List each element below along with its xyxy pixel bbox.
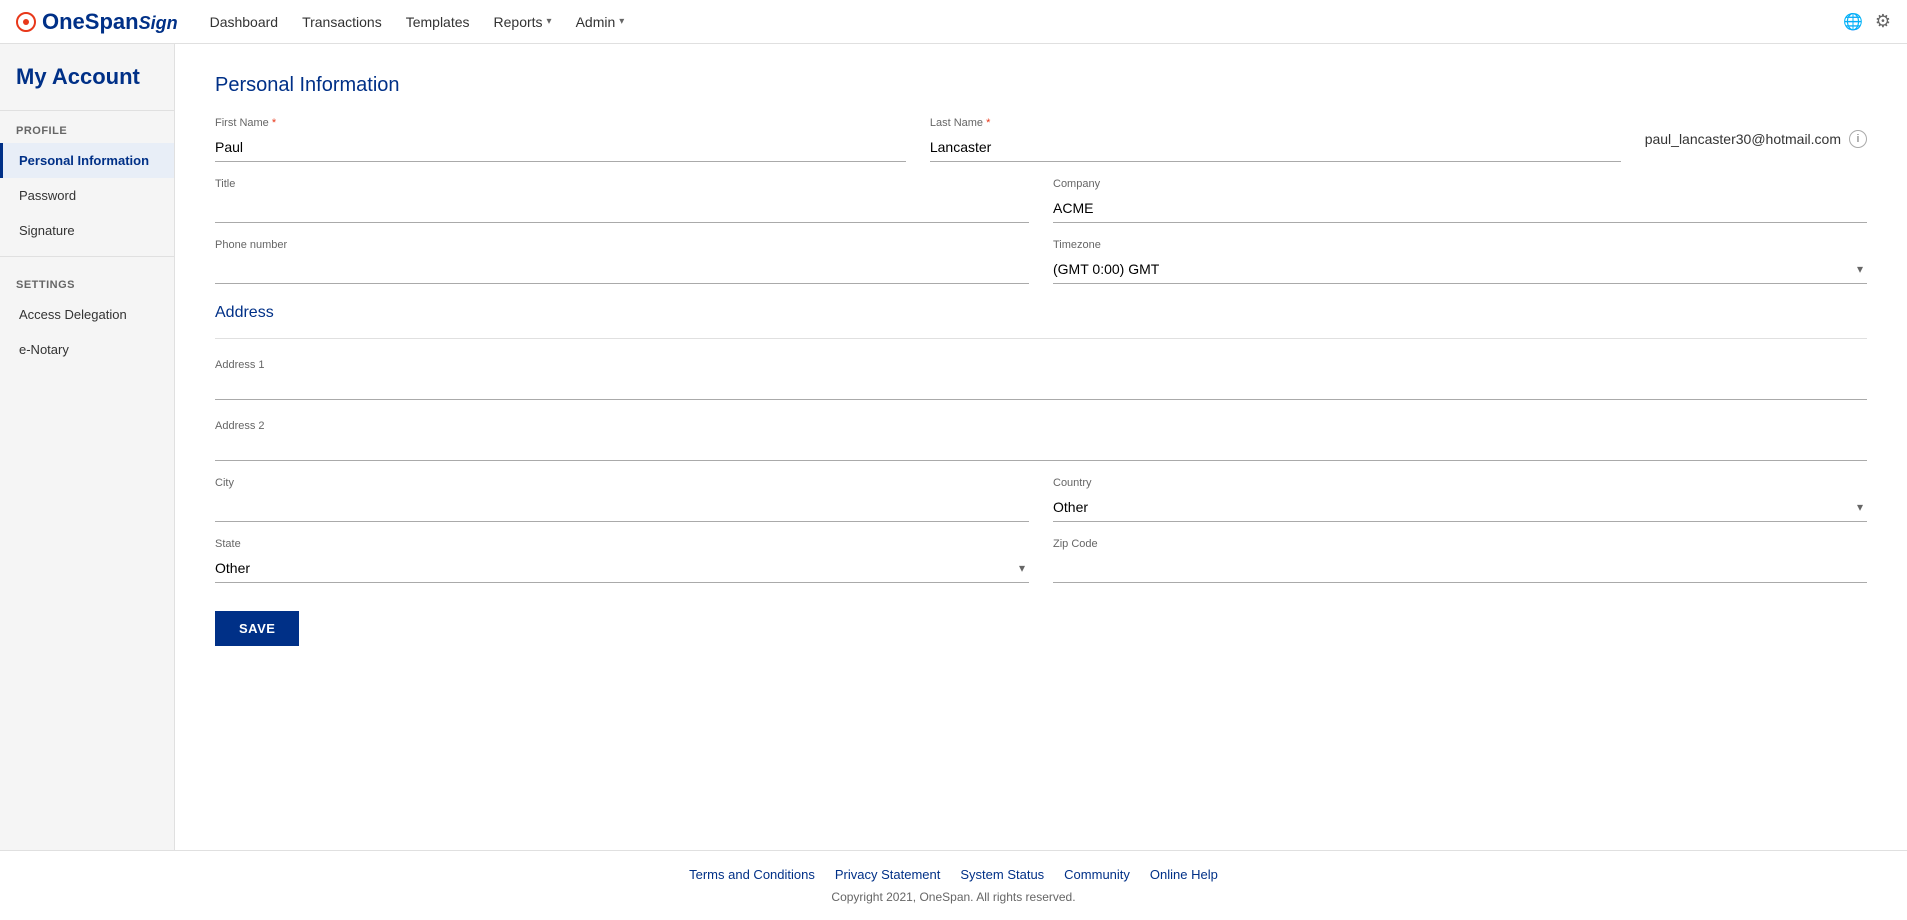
phone-field: Phone number xyxy=(215,239,1029,284)
address1-label: Address 1 xyxy=(215,359,265,371)
page-title: Personal Information xyxy=(215,74,1867,97)
sidebar-item-access-delegation[interactable]: Access Delegation xyxy=(0,297,174,332)
nav-transactions[interactable]: Transactions xyxy=(302,14,382,30)
address-title: Address xyxy=(215,304,1867,322)
state-field: State Other Alabama Alaska Arizona xyxy=(215,538,1029,583)
brand-name: OneSpanSign xyxy=(42,9,178,35)
first-name-label: First Name * xyxy=(215,117,906,129)
topnav: OneSpanSign Dashboard Transactions Templ… xyxy=(0,0,1907,44)
first-name-required: * xyxy=(269,117,276,129)
address1-input[interactable] xyxy=(215,371,1867,400)
settings-icon-button[interactable]: ⚙ xyxy=(1875,11,1891,32)
sidebar-title: My Account xyxy=(0,44,174,111)
company-label: Company xyxy=(1053,178,1867,190)
footer-community[interactable]: Community xyxy=(1064,867,1130,882)
sidebar-item-signature[interactable]: Signature xyxy=(0,213,174,248)
nav-links: Dashboard Transactions Templates Reports… xyxy=(210,14,1843,30)
footer-links: Terms and Conditions Privacy Statement S… xyxy=(16,867,1891,882)
name-row: First Name * Last Name * paul_lancaster3… xyxy=(215,117,1867,162)
title-label: Title xyxy=(215,178,1029,190)
save-button[interactable]: SAVE xyxy=(215,611,299,646)
phone-label: Phone number xyxy=(215,239,1029,251)
sidebar-item-enotary[interactable]: e-Notary xyxy=(0,332,174,367)
timezone-select-wrapper: (GMT 0:00) GMT (GMT -5:00) EST (GMT -8:0… xyxy=(1053,255,1867,284)
zip-label: Zip Code xyxy=(1053,538,1867,550)
last-name-label: Last Name * xyxy=(930,117,1621,129)
email-value: paul_lancaster30@hotmail.com xyxy=(1645,131,1841,147)
email-info-icon[interactable]: i xyxy=(1849,130,1867,148)
settings-icon: ⚙ xyxy=(1875,11,1891,31)
last-name-field: Last Name * xyxy=(930,117,1621,162)
footer-terms[interactable]: Terms and Conditions xyxy=(689,867,815,882)
first-name-field: First Name * xyxy=(215,117,906,162)
address2-field: Address 2 xyxy=(215,416,1867,461)
sidebar-item-password[interactable]: Password xyxy=(0,178,174,213)
footer-help[interactable]: Online Help xyxy=(1150,867,1218,882)
phone-input[interactable] xyxy=(215,255,1029,284)
logo-circle-icon xyxy=(16,12,36,32)
state-label: State xyxy=(215,538,1029,550)
city-country-row: City Country Other United States Canada … xyxy=(215,477,1867,522)
zip-input[interactable] xyxy=(1053,554,1867,583)
address-divider xyxy=(215,338,1867,339)
main-layout: My Account PROFILE Personal Information … xyxy=(0,44,1907,850)
address2-label: Address 2 xyxy=(215,420,265,432)
title-field: Title xyxy=(215,178,1029,223)
address2-input[interactable] xyxy=(215,432,1867,461)
nav-right: 🌐 ⚙ xyxy=(1843,11,1891,32)
zip-field: Zip Code xyxy=(1053,538,1867,583)
country-select-wrapper: Other United States Canada United Kingdo… xyxy=(1053,493,1867,522)
timezone-label: Timezone xyxy=(1053,239,1867,251)
nav-dashboard[interactable]: Dashboard xyxy=(210,14,279,30)
company-input[interactable] xyxy=(1053,194,1867,223)
address1-field: Address 1 xyxy=(215,355,1867,400)
sidebar-section-profile: PROFILE xyxy=(0,111,174,143)
country-label: Country xyxy=(1053,477,1867,489)
nav-templates[interactable]: Templates xyxy=(406,14,470,30)
city-label: City xyxy=(215,477,1029,489)
phone-timezone-row: Phone number Timezone (GMT 0:00) GMT (GM… xyxy=(215,239,1867,284)
sidebar-section-settings: SETTINGS xyxy=(0,265,174,297)
footer-privacy[interactable]: Privacy Statement xyxy=(835,867,941,882)
country-field: Country Other United States Canada Unite… xyxy=(1053,477,1867,522)
title-input[interactable] xyxy=(215,194,1029,223)
timezone-select[interactable]: (GMT 0:00) GMT (GMT -5:00) EST (GMT -8:0… xyxy=(1053,255,1867,284)
nav-reports[interactable]: Reports ▾ xyxy=(494,14,552,30)
company-field: Company xyxy=(1053,178,1867,223)
sidebar: My Account PROFILE Personal Information … xyxy=(0,44,175,850)
sidebar-item-personal-information[interactable]: Personal Information xyxy=(0,143,174,178)
main-content: Personal Information First Name * Last N… xyxy=(175,44,1907,850)
email-row: paul_lancaster30@hotmail.com i xyxy=(1645,130,1867,154)
footer-status[interactable]: System Status xyxy=(960,867,1044,882)
brand-sign: Sign xyxy=(139,13,178,33)
country-select[interactable]: Other United States Canada United Kingdo… xyxy=(1053,493,1867,522)
globe-icon: 🌐 xyxy=(1843,14,1863,31)
nav-admin[interactable]: Admin ▾ xyxy=(576,14,625,30)
reports-chevron-icon: ▾ xyxy=(547,16,552,27)
last-name-input[interactable] xyxy=(930,133,1621,162)
city-input[interactable] xyxy=(215,493,1029,522)
city-field: City xyxy=(215,477,1029,522)
globe-icon-button[interactable]: 🌐 xyxy=(1843,11,1863,32)
admin-chevron-icon: ▾ xyxy=(619,16,624,27)
title-company-row: Title Company xyxy=(215,178,1867,223)
state-select-wrapper: Other Alabama Alaska Arizona xyxy=(215,554,1029,583)
state-zip-row: State Other Alabama Alaska Arizona Zip C… xyxy=(215,538,1867,583)
sidebar-divider xyxy=(0,256,174,257)
first-name-input[interactable] xyxy=(215,133,906,162)
logo[interactable]: OneSpanSign xyxy=(16,9,178,35)
footer-copyright: Copyright 2021, OneSpan. All rights rese… xyxy=(16,890,1891,904)
last-name-required: * xyxy=(983,117,990,129)
footer: Terms and Conditions Privacy Statement S… xyxy=(0,850,1907,920)
state-select[interactable]: Other Alabama Alaska Arizona xyxy=(215,554,1029,583)
timezone-field: Timezone (GMT 0:00) GMT (GMT -5:00) EST … xyxy=(1053,239,1867,284)
